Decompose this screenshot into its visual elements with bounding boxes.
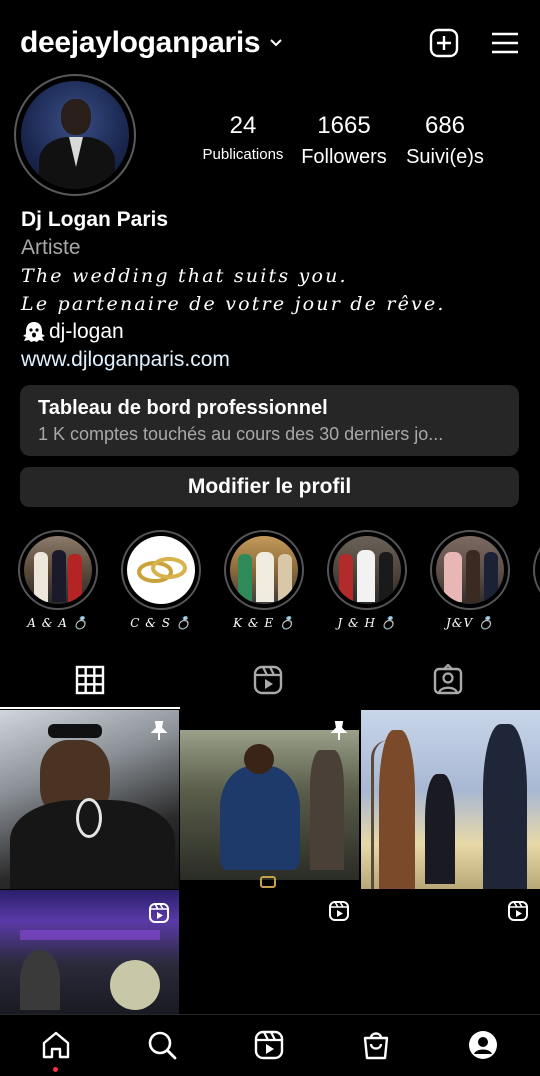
notification-dot (53, 1067, 58, 1072)
highlight-label: K & E 💍 (233, 616, 295, 630)
reels-badge-icon (508, 901, 528, 921)
posts-label: Publications (202, 146, 284, 163)
highlight-item[interactable]: J&V 💍 (430, 530, 510, 630)
following-count[interactable]: 686 Suivi(e)s (398, 112, 492, 169)
posts-count[interactable]: 24 Publications (193, 112, 293, 163)
snapchat-handle: dj-logan (21, 318, 521, 346)
dashboard-title: Tableau de bord professionnel (38, 397, 328, 419)
post-tile[interactable] (180, 710, 359, 889)
bottom-navigation (0, 1014, 540, 1076)
pin-icon (150, 721, 168, 740)
create-post-icon[interactable] (429, 28, 459, 58)
followers-count[interactable]: 1665 Followers (296, 112, 392, 169)
edit-profile-button[interactable]: Modifier le profil (20, 467, 519, 507)
active-tab-indicator (0, 707, 180, 709)
post-tile[interactable] (0, 890, 179, 1014)
handle-text: dj-logan (49, 320, 124, 343)
highlight-label: J&V 💍 (446, 616, 494, 630)
profile-icon[interactable] (467, 1029, 499, 1061)
followers-value: 1665 (317, 112, 371, 139)
highlight-cover (333, 536, 401, 604)
followers-label: Followers (301, 146, 387, 168)
highlight-item[interactable]: K & E 💍 (224, 530, 304, 630)
highlight-item[interactable]: A & A 💍 (18, 530, 98, 630)
tagged-tab-icon[interactable] (432, 664, 464, 696)
category-label: Artiste (21, 236, 81, 259)
menu-icon[interactable] (490, 28, 520, 58)
post-tile[interactable] (180, 890, 359, 1014)
highlight-item[interactable]: C & S 💍 (121, 530, 201, 630)
reels-tab-icon[interactable] (252, 664, 284, 696)
following-label: Suivi(e)s (406, 146, 484, 168)
shop-icon[interactable] (360, 1029, 392, 1061)
bio-line-2: Le partenaire de votre jour de rêve. (21, 293, 446, 315)
highlight-label: A & A 💍 (27, 616, 89, 630)
highlight-item[interactable]: J & H 💍 (327, 530, 407, 630)
highlight-cover (436, 536, 504, 604)
reels-icon[interactable] (253, 1029, 285, 1061)
pin-icon (330, 721, 348, 740)
post-tile[interactable] (361, 890, 540, 1014)
home-icon[interactable] (40, 1029, 72, 1061)
post-tile[interactable] (361, 710, 540, 889)
reels-badge-icon (149, 903, 169, 923)
professional-dashboard[interactable]: Tableau de bord professionnel 1 K compte… (20, 385, 519, 456)
following-value: 686 (424, 112, 466, 139)
ghost-icon (23, 322, 45, 342)
search-icon[interactable] (146, 1029, 178, 1061)
post-tile[interactable] (0, 710, 179, 889)
highlight-cover (24, 536, 92, 604)
bio-line-1: The wedding that suits you. (21, 265, 348, 287)
profile-avatar[interactable] (14, 74, 136, 196)
highlight-item-partial[interactable] (533, 530, 540, 610)
dashboard-subtitle: 1 K comptes touchés au cours des 30 dern… (38, 424, 444, 444)
reels-badge-icon (329, 901, 349, 921)
avatar-image (21, 81, 129, 189)
website-link[interactable]: www.djloganparis.com (21, 346, 521, 374)
display-name: Dj Logan Paris (21, 208, 169, 231)
username-switcher[interactable]: deejayloganparis (20, 26, 284, 60)
highlight-cover (127, 536, 195, 604)
highlight-label: C & S 💍 (130, 616, 192, 630)
grid-tab-icon[interactable] (74, 664, 106, 696)
highlight-label: J & H 💍 (337, 616, 397, 630)
highlight-cover (230, 536, 298, 604)
bio-section: Dj Logan Paris Artiste The wedding that … (21, 206, 521, 374)
chevron-down-icon (270, 39, 283, 47)
username: deejayloganparis (20, 26, 261, 59)
posts-value: 24 (229, 112, 257, 139)
